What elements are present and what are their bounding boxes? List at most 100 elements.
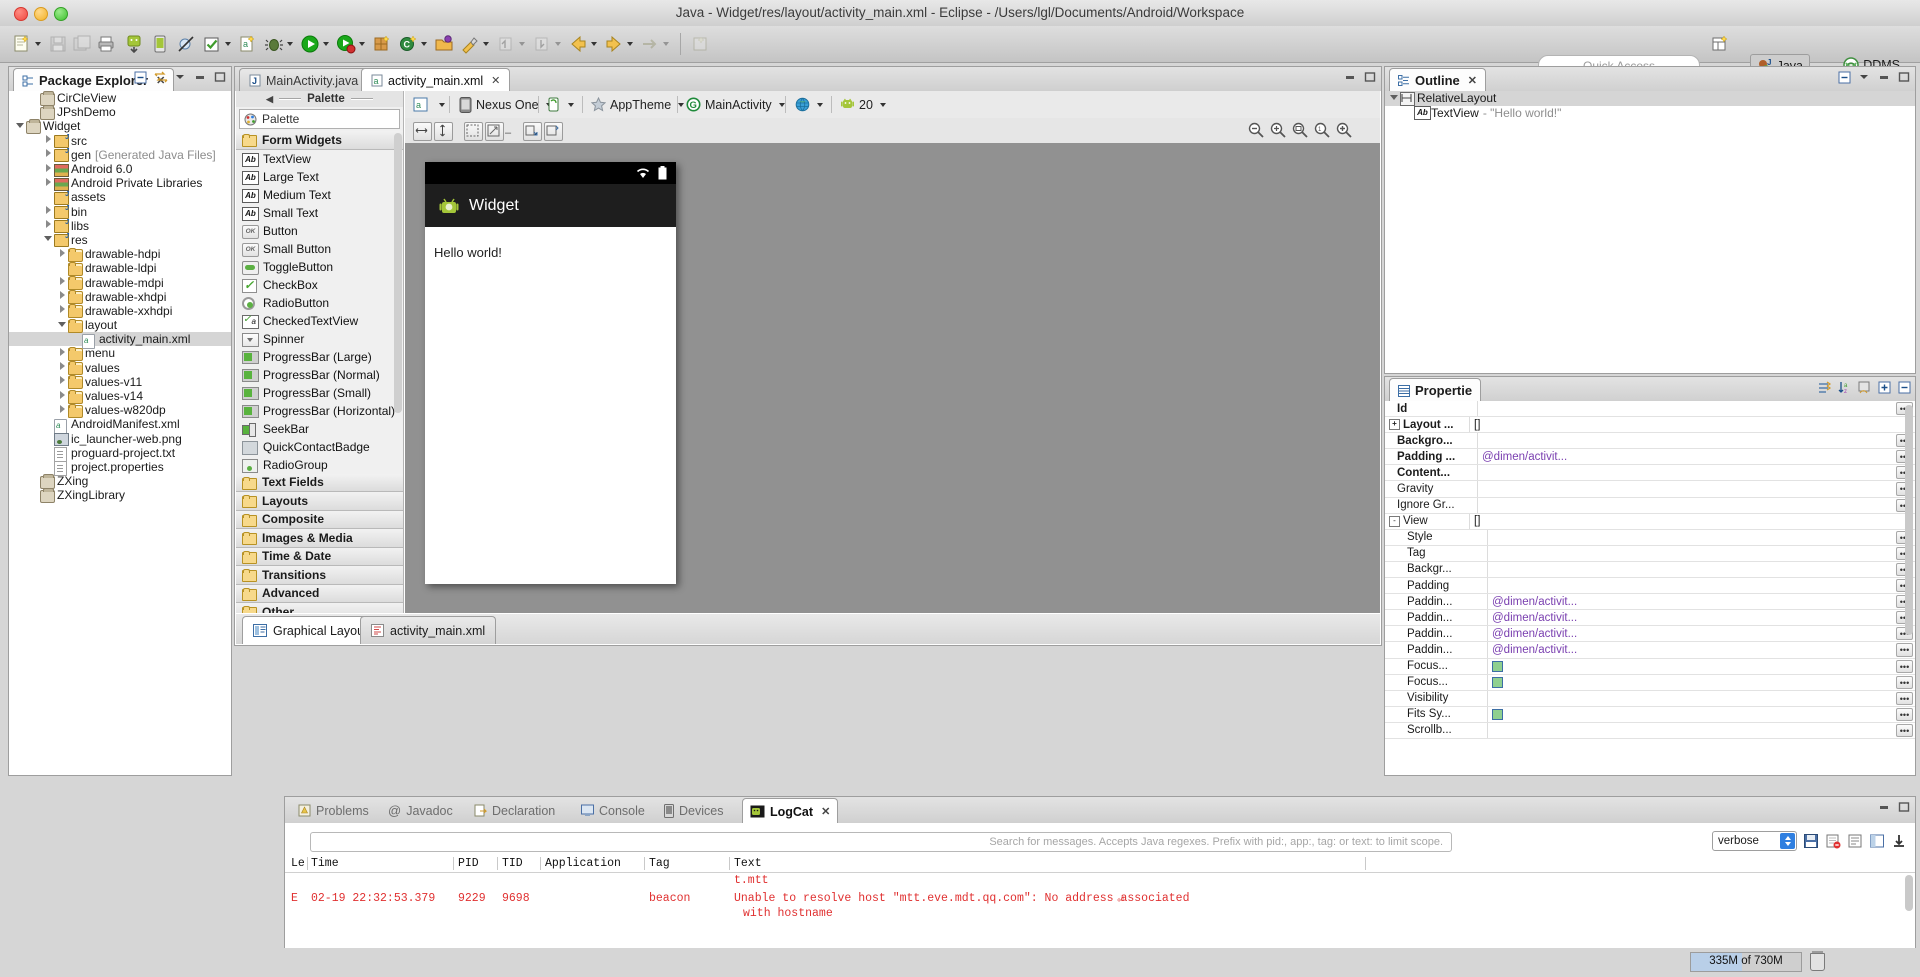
- tree-item-gen[interactable]: gen[Generated Java Files]: [9, 148, 231, 162]
- config-activity[interactable]: G MainActivity: [686, 95, 785, 114]
- chevron-right-icon[interactable]: [57, 376, 68, 387]
- trash-icon[interactable]: [1810, 953, 1825, 971]
- boolean-swatch[interactable]: [1492, 661, 1503, 672]
- tree-item-android-private-libraries[interactable]: Android Private Libraries: [9, 176, 231, 190]
- config-layout-variant[interactable]: a: [413, 95, 445, 114]
- tree-item-drawable-mdpi[interactable]: drawable-mdpi: [9, 275, 231, 289]
- zoom-normal-icon[interactable]: 1: [1314, 122, 1330, 138]
- zoom-fit-selection-icon[interactable]: [1292, 122, 1308, 138]
- forward-nav-icon[interactable]: [640, 31, 669, 57]
- property-row[interactable]: Content...•••: [1385, 465, 1915, 481]
- save-icon[interactable]: [48, 31, 68, 57]
- save-all-icon[interactable]: [72, 31, 92, 57]
- config-api-level[interactable]: 20: [840, 95, 886, 114]
- tree-item-res[interactable]: res: [9, 233, 231, 247]
- tab-devices[interactable]: Devices: [657, 798, 730, 823]
- palette-item-radiogroup[interactable]: RadioGroup: [236, 456, 403, 474]
- property-value[interactable]: [1478, 465, 1894, 480]
- heap-status[interactable]: 335M of 730M: [1690, 952, 1802, 972]
- logcat-level-select[interactable]: verbose: [1712, 831, 1797, 851]
- palette-category-composite[interactable]: Composite: [236, 511, 403, 530]
- palette-item-radiobutton[interactable]: RadioButton: [236, 294, 403, 312]
- tree-item-androidmanifest-xml[interactable]: AndroidManifest.xml: [9, 417, 231, 431]
- logcat-search-input[interactable]: Search for messages. Accepts Java regexe…: [310, 832, 1452, 852]
- property-value[interactable]: @dimen/activit...: [1488, 610, 1894, 625]
- tree-item-drawable-xxhdpi[interactable]: drawable-xxhdpi: [9, 304, 231, 318]
- property-row[interactable]: Backgr...•••: [1385, 562, 1915, 578]
- tree-item-zxinglibrary[interactable]: ZXingLibrary: [9, 488, 231, 502]
- property-value[interactable]: [1478, 498, 1894, 513]
- tab-javadoc[interactable]: @ Javadoc: [381, 798, 460, 823]
- property-value[interactable]: [1488, 578, 1894, 593]
- layout-canvas[interactable]: Widget Hello world!: [405, 143, 1380, 613]
- tree-item-activity-main-xml[interactable]: activity_main.xml: [9, 332, 231, 346]
- view-menu-icon[interactable]: [174, 71, 187, 84]
- tree-item-drawable-xhdpi[interactable]: drawable-xhdpi: [9, 290, 231, 304]
- tab-outline[interactable]: Outline ✕: [1389, 68, 1486, 92]
- back-icon[interactable]: [568, 31, 597, 57]
- property-row[interactable]: Ignore Gr...•••: [1385, 498, 1915, 514]
- property-edit-button[interactable]: •••: [1896, 692, 1913, 705]
- maximize-icon[interactable]: [1898, 801, 1911, 814]
- tab-properties[interactable]: Propertie: [1389, 378, 1481, 402]
- chevron-down-icon[interactable]: [15, 121, 26, 132]
- property-row[interactable]: Focus...•••: [1385, 675, 1915, 691]
- maximize-icon[interactable]: [1898, 71, 1911, 84]
- expand-all-icon[interactable]: [1878, 381, 1891, 394]
- restore-default-icon[interactable]: [1858, 381, 1871, 394]
- property-value[interactable]: [1478, 481, 1894, 496]
- property-value[interactable]: [1488, 659, 1894, 674]
- tree-item-circleview[interactable]: CirCleView: [9, 91, 231, 105]
- zoom-fit-icon[interactable]: [413, 122, 432, 141]
- chevron-right-icon[interactable]: [57, 249, 68, 260]
- property-row[interactable]: Id•••: [1385, 401, 1915, 417]
- palette-item-textview[interactable]: AbTextView: [236, 150, 403, 168]
- property-value[interactable]: []: [1470, 417, 1915, 432]
- property-value[interactable]: [1488, 723, 1894, 738]
- package-explorer-tree[interactable]: CirCleViewJPshDemoWidgetsrcgen[Generated…: [9, 91, 231, 775]
- property-edit-button[interactable]: •••: [1896, 724, 1913, 737]
- property-edit-button[interactable]: •••: [1896, 643, 1913, 656]
- palette-search[interactable]: Palette: [239, 109, 400, 129]
- new-wizard-icon[interactable]: [12, 31, 41, 57]
- chevron-right-icon[interactable]: [43, 220, 54, 231]
- boolean-swatch[interactable]: [1492, 709, 1503, 720]
- scroll-lock-icon[interactable]: [1847, 833, 1863, 849]
- palette-category-transitions[interactable]: Transitions: [236, 566, 403, 585]
- palette-item-checkedtextview[interactable]: CheckedTextView: [236, 312, 403, 330]
- minimize-icon[interactable]: [194, 71, 207, 84]
- view-menu-icon[interactable]: [1858, 71, 1871, 84]
- property-value[interactable]: [1478, 401, 1894, 416]
- property-value[interactable]: @dimen/activit...: [1478, 449, 1894, 464]
- tab-mainactivity-java[interactable]: J MainActivity.java: [239, 68, 368, 92]
- palette-list[interactable]: Form WidgetsAbTextViewAbLarge TextAbMedi…: [236, 131, 403, 613]
- property-value[interactable]: [1488, 562, 1894, 577]
- android-avd-manager-icon[interactable]: [150, 31, 170, 57]
- close-icon[interactable]: ✕: [1468, 74, 1477, 87]
- outline-item-textview[interactable]: AbTextView- "Hello world!": [1385, 106, 1915, 121]
- minimize-icon[interactable]: [1878, 71, 1891, 84]
- tree-item-drawable-ldpi[interactable]: drawable-ldpi: [9, 261, 231, 275]
- chevron-right-icon[interactable]: [57, 305, 68, 316]
- close-icon[interactable]: ✕: [491, 74, 500, 87]
- palette-item-progressbar-horizontal-[interactable]: ProgressBar (Horizontal): [236, 402, 403, 420]
- config-locale[interactable]: [795, 95, 823, 114]
- pin-editor-icon[interactable]: [690, 31, 710, 57]
- close-icon[interactable]: ✕: [821, 805, 830, 818]
- palette-category-images-media[interactable]: Images & Media: [236, 529, 403, 548]
- next-annotation-icon[interactable]: [532, 31, 561, 57]
- config-theme[interactable]: AppTheme: [591, 95, 684, 114]
- palette-item-checkbox[interactable]: CheckBox: [236, 276, 403, 294]
- palette-item-spinner[interactable]: Spinner: [236, 330, 403, 348]
- property-row[interactable]: Paddin...@dimen/activit...•••: [1385, 642, 1915, 658]
- property-row[interactable]: Paddin...@dimen/activit...•••: [1385, 626, 1915, 642]
- palette-item-quickcontactbadge[interactable]: QuickContactBadge: [236, 438, 403, 456]
- property-value[interactable]: [1488, 707, 1894, 722]
- palette-item-small-button[interactable]: OKSmall Button: [236, 240, 403, 258]
- minimize-icon[interactable]: [1878, 801, 1891, 814]
- tree-item-widget[interactable]: Widget: [9, 119, 231, 133]
- property-row[interactable]: Paddin...@dimen/activit...•••: [1385, 594, 1915, 610]
- palette-category-other[interactable]: Other: [236, 603, 403, 613]
- property-row[interactable]: Gravity•••: [1385, 481, 1915, 497]
- tree-item-android-6-0[interactable]: Android 6.0: [9, 162, 231, 176]
